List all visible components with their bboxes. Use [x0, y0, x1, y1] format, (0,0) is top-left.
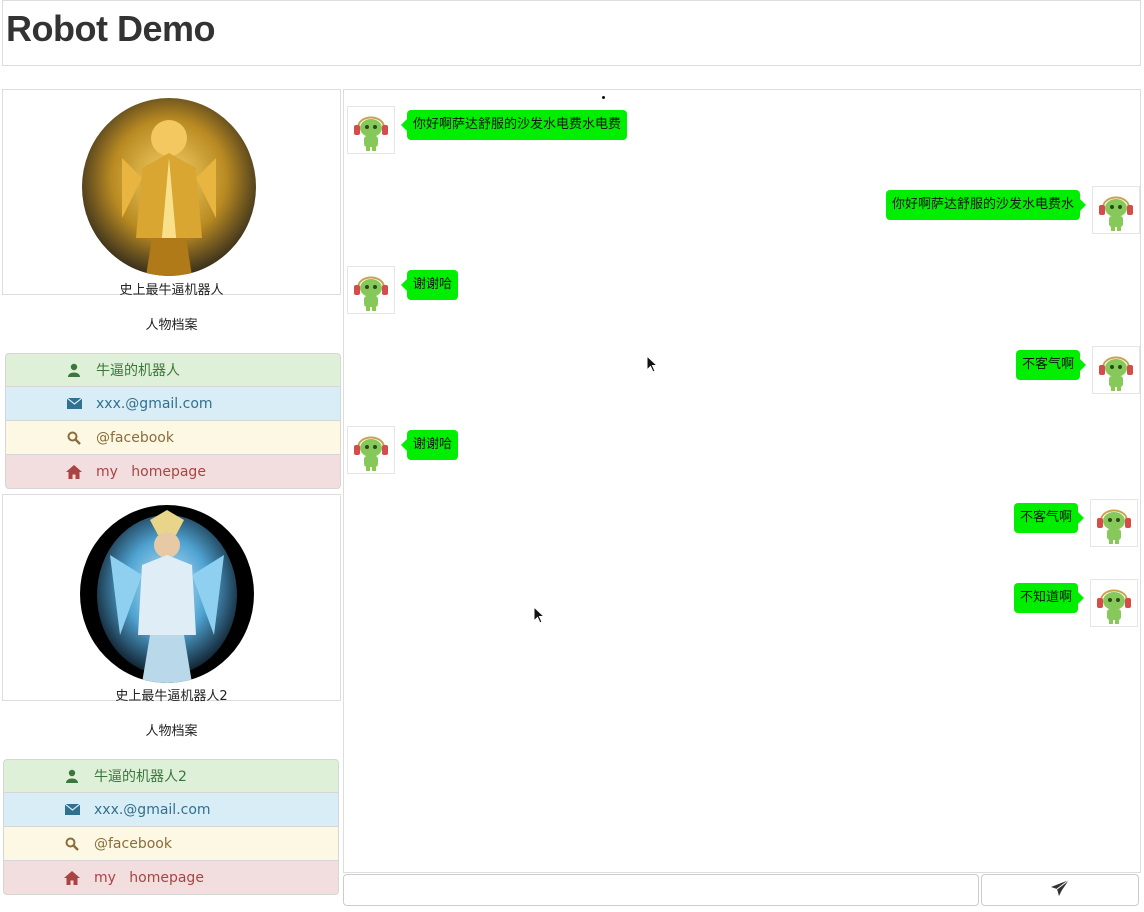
chat-message-right: 不客气啊 — [1013, 499, 1138, 547]
search-icon — [64, 431, 84, 445]
chat-bubble: 不客气啊 — [1013, 503, 1085, 533]
profile-info-name-text: 牛逼的机器人 — [96, 363, 180, 379]
chat-bubble: 谢谢哈 — [400, 430, 459, 460]
user-icon — [64, 363, 84, 377]
robot-avatar-icon — [347, 266, 395, 314]
page-header: Robot Demo — [2, 0, 1141, 66]
chat-message-left: 谢谢哈 — [347, 426, 459, 474]
profile-info-email-text: xxx.@gmail.com — [96, 395, 213, 412]
profile-archive-title: 人物档案 — [145, 318, 198, 333]
profile-info-name-text: 牛逼的机器人2 — [94, 769, 187, 785]
send-button[interactable] — [981, 874, 1139, 906]
chat-bubble: 不知道啊 — [1013, 583, 1085, 613]
robot-avatar-icon — [1092, 186, 1140, 234]
profile-info-list: 牛逼的机器人2 xxx.@gmail.com @facebook my home… — [3, 759, 339, 895]
profile-info-name[interactable]: 牛逼的机器人2 — [3, 759, 339, 793]
home-icon — [62, 870, 82, 885]
chat-bubble: 你好啊萨达舒服的沙发水电费水电费 — [400, 110, 628, 140]
envelope-icon — [62, 804, 82, 815]
profile-avatar-gold-saint — [82, 98, 256, 276]
chat-message-right: 不知道啊 — [1013, 579, 1138, 627]
profile-info-email-text: xxx.@gmail.com — [94, 801, 211, 818]
profile-archive-title: 人物档案 — [145, 724, 198, 739]
profile-info-email[interactable]: xxx.@gmail.com — [3, 793, 339, 827]
profile-info-homepage[interactable]: my homepage — [5, 455, 341, 489]
chat-message-left: 你好啊萨达舒服的沙发水电费水电费 — [347, 106, 628, 154]
home-icon — [64, 464, 84, 479]
profile-info-list: 牛逼的机器人 xxx.@gmail.com @facebook my homep… — [5, 353, 341, 489]
robot-avatar-icon — [347, 106, 395, 154]
chat-message-right: 你好啊萨达舒服的沙发水电费水 — [885, 186, 1140, 234]
profile-info-facebook-text: @facebook — [96, 429, 174, 446]
profile-avatar-silver-saint — [80, 505, 254, 683]
envelope-icon — [64, 398, 84, 409]
send-icon — [1050, 879, 1070, 901]
profile-info-homepage-text: my homepage — [94, 869, 204, 886]
user-icon — [62, 769, 82, 783]
mouse-cursor-icon — [646, 354, 659, 377]
chat-bubble: 谢谢哈 — [400, 270, 459, 300]
profile-info-facebook[interactable]: @facebook — [3, 827, 339, 861]
profile-info-name[interactable]: 牛逼的机器人 — [5, 353, 341, 387]
chat-message-left: 谢谢哈 — [347, 266, 459, 314]
profile-info-facebook[interactable]: @facebook — [5, 421, 341, 455]
robot-avatar-icon — [1090, 499, 1138, 547]
profile-name: 史上最牛逼机器人2 — [115, 689, 228, 704]
mouse-cursor-icon — [533, 605, 546, 628]
profile-info-homepage[interactable]: my homepage — [3, 861, 339, 895]
search-icon — [62, 837, 82, 851]
robot-avatar-icon — [1092, 346, 1140, 394]
chat-bubble: 你好啊萨达舒服的沙发水电费水 — [885, 190, 1087, 220]
profile-info-facebook-text: @facebook — [94, 835, 172, 852]
profile-name: 史上最牛逼机器人 — [119, 283, 224, 298]
page-title: Robot Demo — [6, 8, 215, 49]
chat-bubble: 不客气啊 — [1015, 350, 1087, 380]
robot-avatar-icon — [347, 426, 395, 474]
sidebar: 史上最牛逼机器人 人物档案 牛逼的机器人 xxx.@gmail.com @fac — [2, 88, 343, 910]
message-input[interactable] — [343, 874, 979, 906]
profile-info-email[interactable]: xxx.@gmail.com — [5, 387, 341, 421]
profile-avatar-box: 史上最牛逼机器人 — [2, 89, 341, 298]
chat-message-right: 不客气啊 — [1015, 346, 1140, 394]
profile-avatar-box: 史上最牛逼机器人2 — [2, 494, 341, 704]
profile-info-homepage-text: my homepage — [96, 463, 206, 480]
loading-dot — [602, 96, 605, 99]
robot-avatar-icon — [1090, 579, 1138, 627]
